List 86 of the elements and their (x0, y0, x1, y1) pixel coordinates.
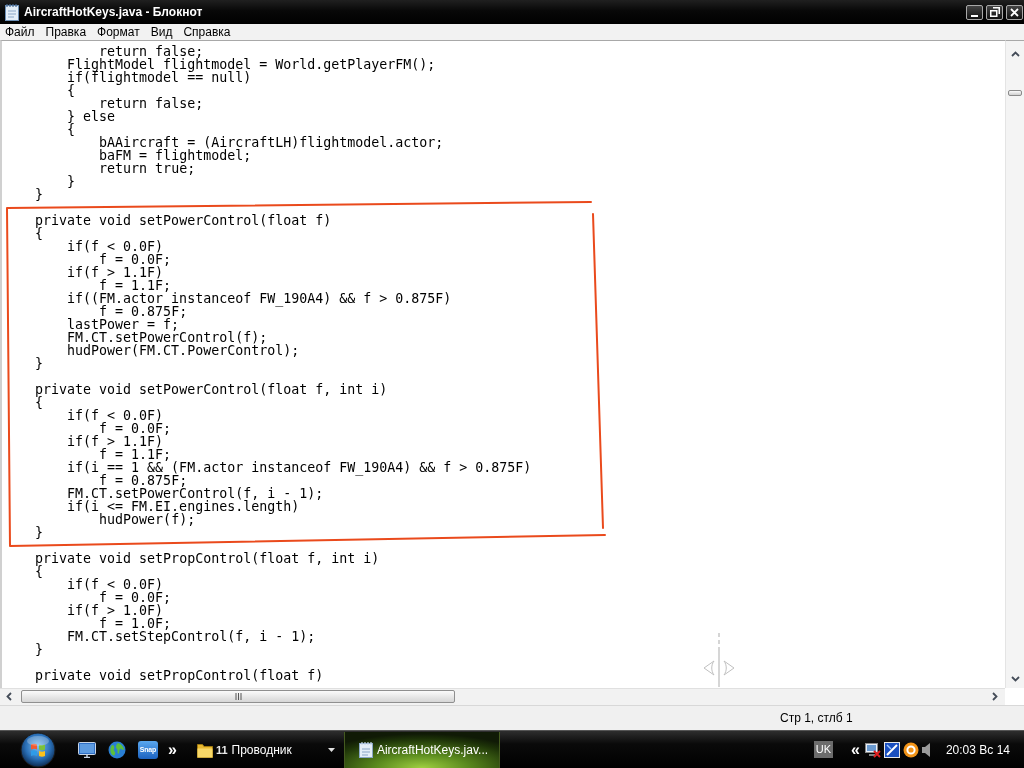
task-group-button[interactable]: 11 Проводник (190, 731, 341, 768)
scroll-down-icon[interactable] (1011, 676, 1020, 682)
code-line: f = 0.0F; (99, 252, 172, 267)
code-line: f = 1.1F; (99, 278, 172, 293)
code-line: hudPower(f); (99, 512, 196, 527)
browser-button[interactable] (108, 740, 126, 759)
minimize-icon (971, 14, 978, 17)
scroll-right-icon[interactable] (992, 692, 998, 701)
show-desktop-button[interactable] (78, 741, 96, 758)
code-line: bAAircraft = (AircraftLH)flightmodel.actor; (99, 135, 444, 150)
task-button[interactable]: AircraftHotKeys.jav... (343, 731, 500, 768)
code-line: f = 0.875F; (99, 473, 188, 488)
more-button[interactable]: » (168, 740, 177, 759)
code-line: lastPower = f; (67, 317, 180, 332)
menu-item[interactable]: Файл (0, 25, 40, 39)
code-line: } (35, 525, 44, 540)
code-line: if((FM.actor instanceof FW_190A4) && f > 0.875F) (67, 291, 452, 306)
code-line: } (35, 642, 44, 657)
cursor-position: Стр 1, стлб 1 (780, 711, 853, 725)
speaker-icon[interactable] (921, 741, 932, 758)
notepad-icon (358, 741, 373, 758)
code-line: if(f < 0.0F) (67, 239, 164, 254)
code-line: FlightModel flightmodel = World.getPlayerFM(); (67, 57, 436, 72)
square-slash-icon[interactable] (883, 741, 900, 758)
code-line: if(i == 1 && (FM.actor instanceof FW_190A4) && f > 0.875F) (67, 460, 532, 475)
code-line: f = 0.0F; (99, 421, 172, 436)
code-line: hudPower(FM.CT.PowerControl); (67, 343, 300, 358)
code-line: private void setPropControl(float f, int i) (35, 551, 380, 566)
code-line: private void setPowerControl(float f, int i) (35, 382, 388, 397)
notepad-icon (4, 3, 20, 21)
show-hidden-icons-button[interactable]: « (851, 740, 860, 759)
code-line: if(f < 0.0F) (67, 577, 164, 592)
code-line: } else (67, 109, 116, 124)
split-cursor-icon (703, 633, 735, 687)
caret-icon (327, 747, 335, 752)
start-orb-icon (20, 731, 56, 768)
globe-icon (108, 740, 126, 759)
scroll-up-icon[interactable] (1011, 51, 1020, 57)
menu-item[interactable]: Вид (145, 25, 178, 39)
code-line: if(i <= FM.EI.engines.length) (67, 499, 300, 514)
code-line: FM.CT.setPowerControl(f); (67, 330, 268, 345)
text-editor-field[interactable] (0, 40, 1005, 688)
clock[interactable]: 20:03 Вс 14 (945, 742, 1010, 757)
code-line: if(f < 0.0F) (67, 408, 164, 423)
restore-button[interactable] (986, 4, 1003, 20)
code-line: f = 1.1F; (99, 447, 172, 462)
code-line: private void setPowerControl(float f) (35, 213, 332, 228)
code-line: baFM = flightmodel; (99, 148, 252, 163)
menu-item[interactable]: Справка (178, 25, 236, 39)
code-line: { (35, 564, 44, 579)
code-line: f = 0.875F; (99, 304, 188, 319)
scrollbar-thumb[interactable] (1008, 90, 1022, 96)
menu-item[interactable]: Формат (92, 25, 145, 39)
language-indicator[interactable]: UK (813, 741, 834, 758)
network-error-icon[interactable] (864, 741, 881, 758)
code-line: FM.CT.setStepControl(f, i - 1); (67, 629, 316, 644)
scrollbar-thumb[interactable] (21, 690, 455, 703)
code-line: } (35, 356, 44, 371)
close-button[interactable] (1006, 4, 1023, 20)
code-line: { (35, 226, 44, 241)
code-line: if(f > 1.0F) (67, 603, 164, 618)
code-line: { (67, 83, 76, 98)
minimize-button[interactable] (966, 4, 983, 20)
menu-item[interactable]: Правка (40, 25, 92, 39)
start-button[interactable] (20, 731, 56, 768)
window-title: AircraftHotKeys.java - Блокнот (24, 5, 203, 19)
scroll-left-icon[interactable] (6, 692, 12, 701)
restore-icon (989, 7, 1000, 17)
code-line: return false; (99, 44, 204, 59)
folder-icon (196, 741, 213, 758)
code-line: return false; (99, 96, 204, 111)
code-line: { (35, 395, 44, 410)
close-icon (1010, 7, 1019, 17)
monitor-icon (78, 741, 96, 758)
code-line: } (35, 187, 44, 202)
grip-icon (234, 693, 242, 700)
code-line: f = 0.0F; (99, 590, 172, 605)
ring-icon[interactable] (902, 741, 919, 758)
code-line: if(f > 1.1F) (67, 265, 164, 280)
code-line: } (67, 174, 76, 189)
code-line: private void setPropControl(float f) (35, 668, 324, 683)
code-line: f = 1.0F; (99, 616, 172, 631)
code-line: FM.CT.setPowerControl(f, i - 1); (67, 486, 324, 501)
vertical-scrollbar[interactable] (1005, 40, 1024, 688)
horizontal-scrollbar[interactable] (0, 688, 1005, 705)
code-line: if(f > 1.1F) (67, 434, 164, 449)
